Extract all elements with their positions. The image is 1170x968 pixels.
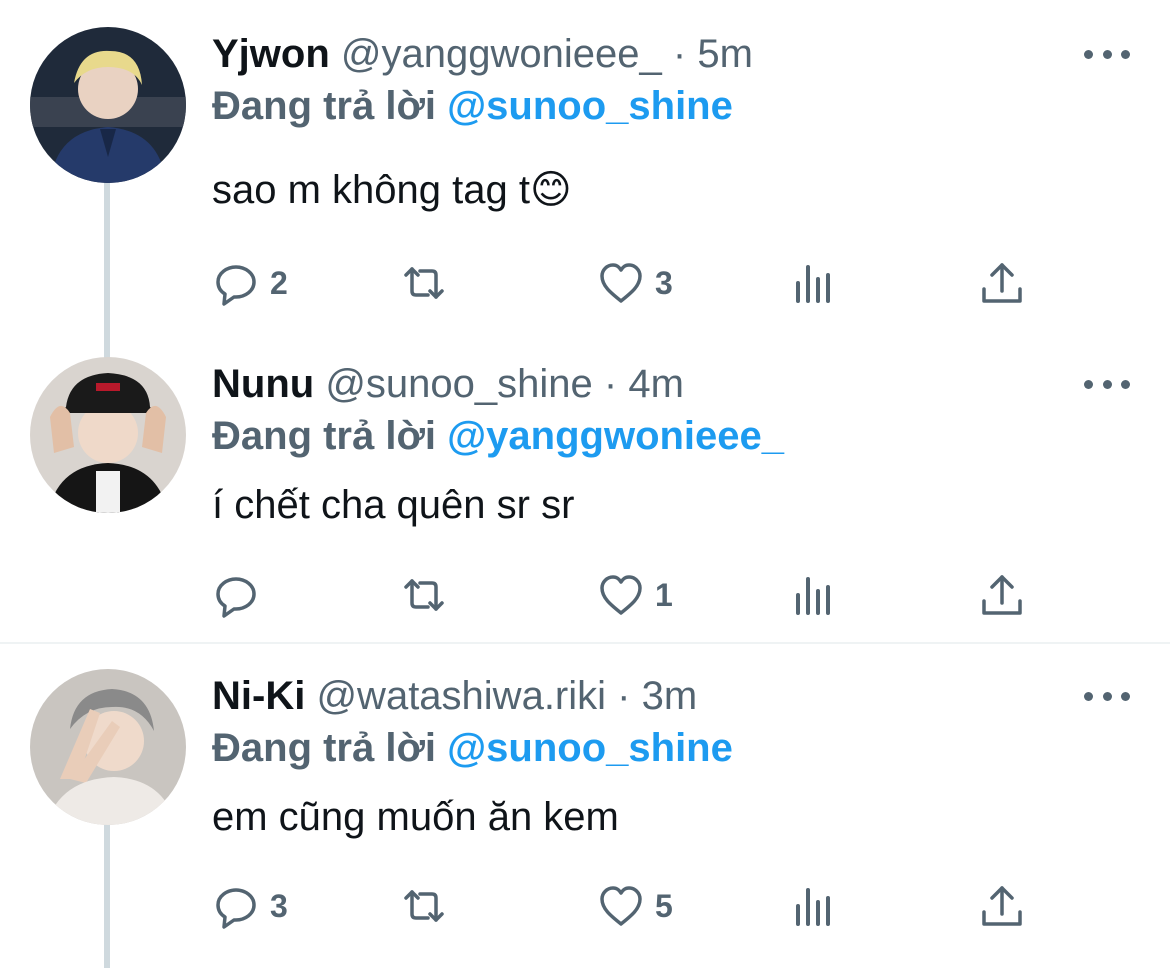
- display-name[interactable]: Ni-Ki: [212, 674, 305, 718]
- more-icon: [1084, 691, 1093, 701]
- share-icon: [982, 263, 1022, 303]
- replying-prefix: Đang trả lời: [212, 726, 437, 770]
- avatar[interactable]: [30, 27, 186, 183]
- reply-icon: [216, 265, 256, 306]
- analytics-button[interactable]: [790, 259, 838, 307]
- analytics-button[interactable]: [790, 882, 838, 930]
- share-button[interactable]: [978, 571, 1026, 619]
- more-options-button[interactable]: [1084, 686, 1130, 706]
- heart-icon: [600, 886, 642, 926]
- tweet-text: sao m không tag t😊: [212, 168, 572, 212]
- display-name[interactable]: Yjwon: [212, 32, 330, 76]
- tweet-text: í chết cha quên sr sr: [212, 483, 575, 527]
- avatar[interactable]: [30, 669, 186, 825]
- share-button[interactable]: [978, 882, 1026, 930]
- replying-prefix: Đang trả lời: [212, 414, 437, 458]
- share-button[interactable]: [978, 259, 1026, 307]
- separator-dot: ·: [603, 362, 618, 406]
- tweet-actions: 1: [212, 571, 1042, 619]
- tweet-actions: 2 3: [212, 259, 1042, 307]
- reply-count: 3: [270, 887, 288, 924]
- analytics-icon: [796, 888, 830, 926]
- timestamp[interactable]: 5m: [697, 32, 753, 76]
- reply-icon: [216, 888, 256, 929]
- tweet-header: Ni-Ki @watashiwa.riki · 3m: [212, 672, 697, 720]
- heart-icon: [600, 263, 642, 303]
- like-count: 1: [655, 576, 673, 613]
- retweet-button[interactable]: [400, 882, 458, 930]
- analytics-icon: [796, 265, 830, 303]
- divider: [0, 642, 1170, 644]
- retweet-icon: [404, 890, 444, 922]
- tweet-text: em cũng muốn ăn kem: [212, 795, 619, 839]
- avatar[interactable]: [30, 357, 186, 513]
- tweet-header: Yjwon @yanggwonieee_ · 5m: [212, 30, 753, 78]
- reply-count: 2: [270, 264, 288, 301]
- share-icon: [982, 886, 1022, 926]
- mention-link[interactable]: @yanggwonieee_: [447, 414, 784, 458]
- replying-to: Đang trả lời @sunoo_shine: [212, 724, 733, 772]
- like-count: 5: [655, 887, 673, 924]
- reply-button[interactable]: 2: [212, 259, 288, 307]
- retweet-button[interactable]: [400, 571, 458, 619]
- separator-dot: ·: [672, 32, 687, 76]
- analytics-button[interactable]: [790, 571, 838, 619]
- user-handle[interactable]: @watashiwa.riki: [316, 674, 606, 718]
- retweet-button[interactable]: [400, 259, 458, 307]
- tweet-nunu[interactable]: Nunu @sunoo_shine · 4m Đang trả lời @yan…: [0, 340, 1170, 640]
- user-handle[interactable]: @sunoo_shine: [325, 362, 592, 406]
- like-button[interactable]: 3: [597, 259, 673, 307]
- heart-icon: [600, 575, 642, 615]
- tweet-niki[interactable]: Ni-Ki @watashiwa.riki · 3m Đang trả lời …: [0, 650, 1170, 968]
- tweet-yjwon[interactable]: Yjwon @yanggwonieee_ · 5m Đang trả lời @…: [0, 0, 1170, 340]
- replying-to: Đang trả lời @sunoo_shine: [212, 82, 733, 130]
- more-options-button[interactable]: [1084, 44, 1130, 64]
- share-icon: [982, 575, 1022, 615]
- replying-prefix: Đang trả lời: [212, 84, 437, 128]
- like-button[interactable]: 5: [597, 882, 673, 930]
- tweet-actions: 3 5: [212, 882, 1042, 930]
- replying-to: Đang trả lời @yanggwonieee_: [212, 412, 784, 460]
- reply-button[interactable]: [212, 571, 270, 619]
- reply-button[interactable]: 3: [212, 882, 288, 930]
- analytics-icon: [796, 577, 830, 615]
- timestamp[interactable]: 4m: [628, 362, 684, 406]
- retweet-icon: [404, 579, 444, 611]
- user-handle[interactable]: @yanggwonieee_: [341, 32, 662, 76]
- timestamp[interactable]: 3m: [642, 674, 698, 718]
- retweet-icon: [404, 267, 444, 299]
- mention-link[interactable]: @sunoo_shine: [447, 84, 733, 128]
- more-icon: [1084, 379, 1093, 389]
- display-name[interactable]: Nunu: [212, 362, 314, 406]
- more-icon: [1084, 49, 1093, 59]
- reply-icon: [216, 577, 256, 618]
- like-button[interactable]: 1: [597, 571, 673, 619]
- mention-link[interactable]: @sunoo_shine: [447, 726, 733, 770]
- more-options-button[interactable]: [1084, 374, 1130, 394]
- like-count: 3: [655, 264, 673, 301]
- tweet-header: Nunu @sunoo_shine · 4m: [212, 360, 684, 408]
- separator-dot: ·: [617, 674, 631, 718]
